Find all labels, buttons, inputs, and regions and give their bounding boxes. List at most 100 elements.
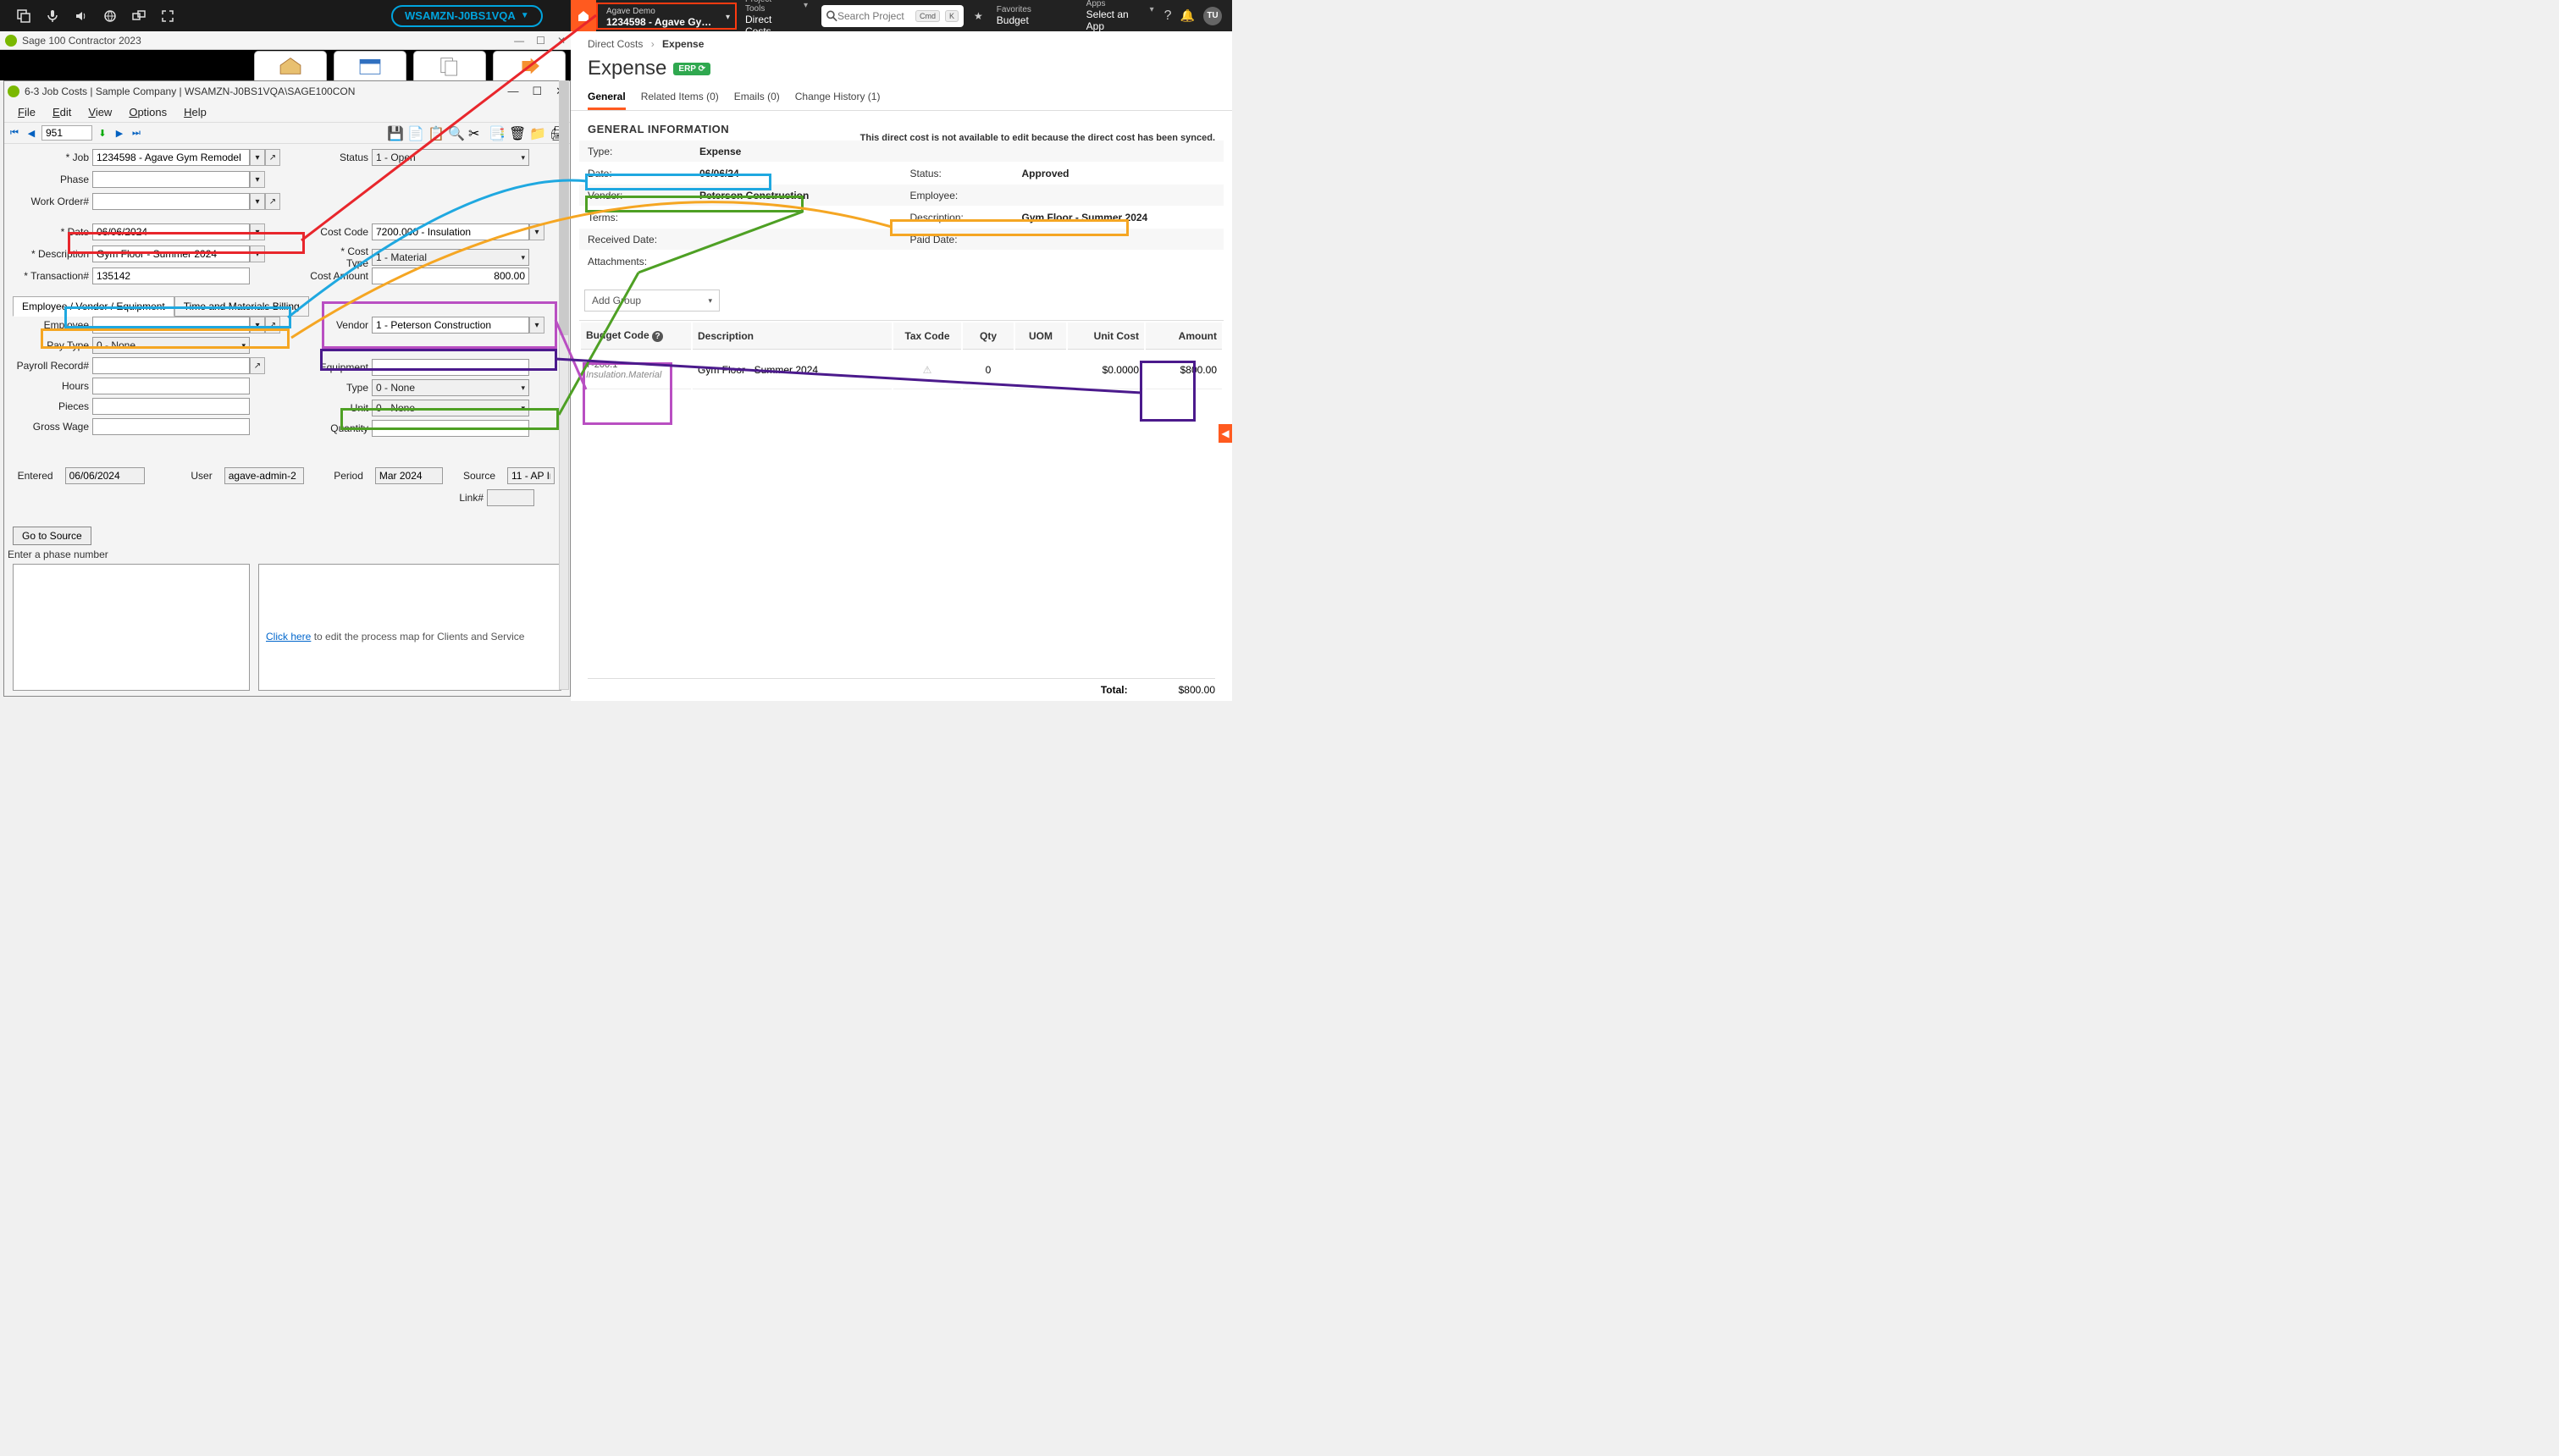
ribbon-next-button[interactable] [493, 51, 566, 81]
search-icon[interactable]: 🔍 [448, 125, 463, 141]
search-box[interactable]: Cmd K [821, 5, 964, 27]
pieces-input[interactable] [92, 398, 250, 415]
lookup-icon[interactable]: ↗ [265, 317, 280, 334]
user-avatar[interactable]: TU [1203, 7, 1222, 25]
favorites-selector[interactable]: Favorites Budget [988, 3, 1064, 29]
last-record-icon[interactable]: ⏭ [130, 126, 143, 140]
qty-input[interactable] [372, 420, 529, 437]
search-input[interactable] [837, 10, 910, 22]
scrollbar-vertical[interactable] [559, 80, 569, 690]
host-dropdown[interactable]: WSAMZN-J0BS1VQA ▼ [391, 5, 543, 27]
dropdown-icon[interactable]: ▾ [250, 245, 265, 262]
menu-file[interactable]: File [18, 106, 36, 119]
close-icon[interactable]: ✕ [557, 35, 566, 47]
dropdown-icon[interactable]: ▾ [250, 193, 265, 210]
job-input[interactable] [92, 149, 250, 166]
tab-general[interactable]: General [588, 85, 626, 110]
dropdown-icon[interactable]: ▾ [250, 317, 265, 334]
col-budget[interactable]: Budget Code ? [581, 323, 691, 350]
prrec-input[interactable] [92, 357, 250, 374]
prev-record-icon[interactable]: ◀ [25, 126, 38, 140]
lookup-icon[interactable]: ↗ [265, 193, 280, 210]
col-desc[interactable]: Description [693, 323, 892, 350]
project-selector[interactable]: Agave Demo 1234598 - Agave Gym Remo... ▾ [596, 3, 737, 30]
help-icon[interactable]: ? [1164, 8, 1172, 24]
menu-edit[interactable]: Edit [53, 106, 71, 119]
bell-icon[interactable]: 🔔 [1180, 8, 1195, 23]
status-combo[interactable]: 1 - Open▾ [372, 149, 529, 166]
scrollbar-thumb[interactable] [560, 81, 568, 335]
tab-related[interactable]: Related Items (0) [641, 85, 719, 110]
next-record-icon[interactable]: ▶ [113, 126, 126, 140]
tab-changes[interactable]: Change History (1) [795, 85, 881, 110]
trans-input[interactable] [92, 267, 250, 284]
ccode-input[interactable] [372, 223, 529, 240]
window-icon[interactable] [17, 9, 30, 23]
tab-tm-billing[interactable]: Time and Materials Billing [174, 296, 309, 317]
table-row[interactable]: 7-200.1Insulation.Material Gym Floor - S… [581, 351, 1222, 389]
minimize-icon[interactable]: — [507, 85, 518, 98]
lookup-icon[interactable]: ↗ [265, 149, 280, 166]
save-icon[interactable]: 💾 [387, 125, 402, 141]
star-icon[interactable]: ★ [974, 10, 983, 22]
minimize-icon[interactable]: — [514, 35, 524, 47]
vendor-input[interactable] [372, 317, 529, 334]
cut-icon[interactable]: ✂ [468, 125, 484, 141]
multiwindow-icon[interactable] [132, 9, 146, 23]
unit-combo[interactable]: 0 - None▾ [372, 400, 529, 416]
emp-input[interactable] [92, 317, 250, 334]
dropdown-icon[interactable]: ▾ [529, 317, 544, 334]
camt-input[interactable] [372, 267, 529, 284]
crumb-direct-costs[interactable]: Direct Costs [588, 38, 643, 50]
maximize-icon[interactable]: ☐ [532, 85, 542, 98]
ribbon-calendar-button[interactable] [334, 51, 406, 81]
dropdown-icon[interactable]: ▾ [250, 171, 265, 188]
date-input[interactable] [92, 223, 250, 240]
fullscreen-icon[interactable] [161, 9, 174, 23]
desc-input[interactable] [92, 245, 250, 262]
dropdown-icon[interactable]: ▾ [250, 149, 265, 166]
home-button[interactable] [571, 0, 596, 31]
click-here-link[interactable]: Click here [266, 631, 311, 643]
hours-input[interactable] [92, 378, 250, 394]
equip-input[interactable] [372, 359, 529, 376]
new-icon[interactable]: 📄 [407, 125, 423, 141]
tab-emp-vendor[interactable]: Employee / Vendor / Equipment [13, 296, 174, 317]
dropdown-icon[interactable]: ▾ [529, 223, 544, 240]
window-titlebar[interactable]: 6-3 Job Costs | Sample Company | WSAMZN-… [4, 81, 570, 102]
gw-input[interactable] [92, 418, 250, 435]
go-to-source-button[interactable]: Go to Source [13, 527, 91, 545]
col-uom[interactable]: UOM [1015, 323, 1066, 350]
col-ucost[interactable]: Unit Cost [1068, 323, 1144, 350]
apps-selector[interactable]: Apps Select an App ▾ [1080, 0, 1156, 35]
tab-emails[interactable]: Emails (0) [734, 85, 780, 110]
col-qty[interactable]: Qty [963, 323, 1014, 350]
col-tax[interactable]: Tax Code [893, 323, 961, 350]
add-group-dropdown[interactable]: Add Group▾ [584, 290, 720, 312]
folder-icon[interactable]: 📁 [529, 125, 544, 141]
mic-icon[interactable] [46, 9, 59, 23]
menu-view[interactable]: View [88, 106, 112, 119]
down-arrow-icon[interactable]: ⬇ [96, 126, 109, 140]
phase-input[interactable] [92, 171, 250, 188]
delete-icon[interactable]: 🗑 [509, 125, 524, 141]
wo-input[interactable] [92, 193, 250, 210]
col-amt[interactable]: Amount [1146, 323, 1222, 350]
side-handle[interactable]: ◀ [1219, 424, 1232, 443]
record-input[interactable] [41, 125, 92, 141]
globe-icon[interactable] [103, 9, 117, 23]
dropdown-icon[interactable]: ▾ [250, 223, 265, 240]
maximize-icon[interactable]: ☐ [536, 35, 545, 47]
menu-help[interactable]: Help [184, 106, 207, 119]
ctype-combo[interactable]: 1 - Material▾ [372, 249, 529, 266]
ribbon-docs-button[interactable] [413, 51, 486, 81]
menu-options[interactable]: Options [129, 106, 167, 119]
pay-combo[interactable]: 0 - None▾ [92, 337, 250, 354]
etype-combo[interactable]: 0 - None▾ [372, 379, 529, 396]
lookup-icon[interactable]: ↗ [250, 357, 265, 374]
copy-icon[interactable]: 📋 [428, 125, 443, 141]
first-record-icon[interactable]: ⏮ [8, 126, 21, 140]
ribbon-home-button[interactable] [254, 51, 327, 81]
paste-icon[interactable]: 📑 [489, 125, 504, 141]
volume-icon[interactable] [75, 9, 88, 23]
